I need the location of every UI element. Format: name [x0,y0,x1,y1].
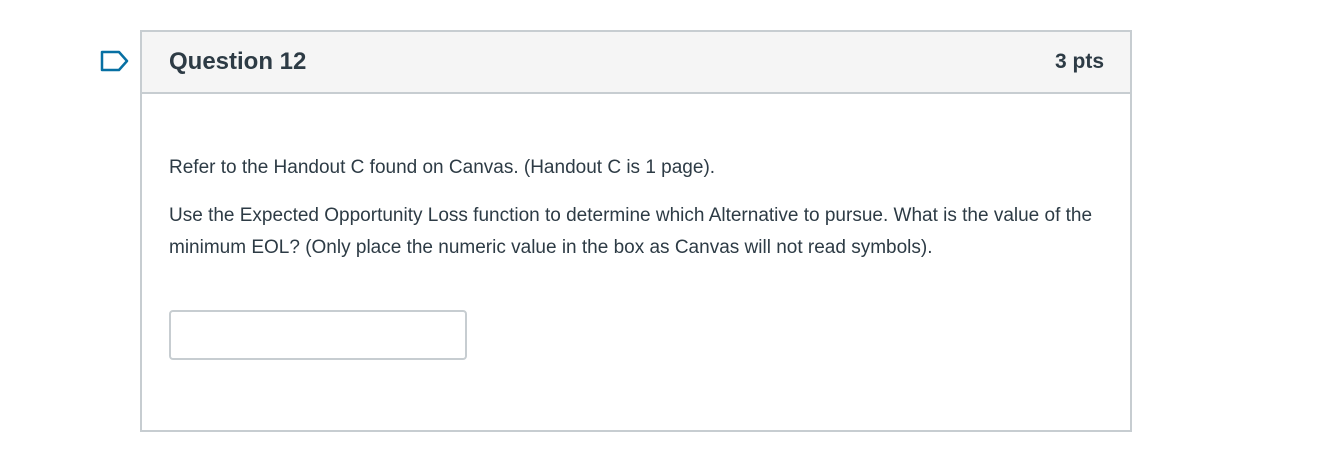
question-text-handout: Refer to the Handout C found on Canvas. … [169,157,716,178]
question-header: Question 12 3 pts [142,32,1130,94]
quiz-page: Question 12 3 pts Refer to the Handout C… [0,0,1320,466]
question-card: Question 12 3 pts Refer to the Handout C… [140,30,1132,432]
flag-question-icon[interactable] [100,50,130,72]
question-points: 3 pts [1054,50,1104,73]
answer-input[interactable] [169,310,467,360]
question-title: Question 12 [169,48,307,75]
question-body: Refer to the Handout C found on Canvas. … [142,94,1130,360]
question-text-prompt: Use the Expected Opportunity Loss functi… [169,205,1093,258]
